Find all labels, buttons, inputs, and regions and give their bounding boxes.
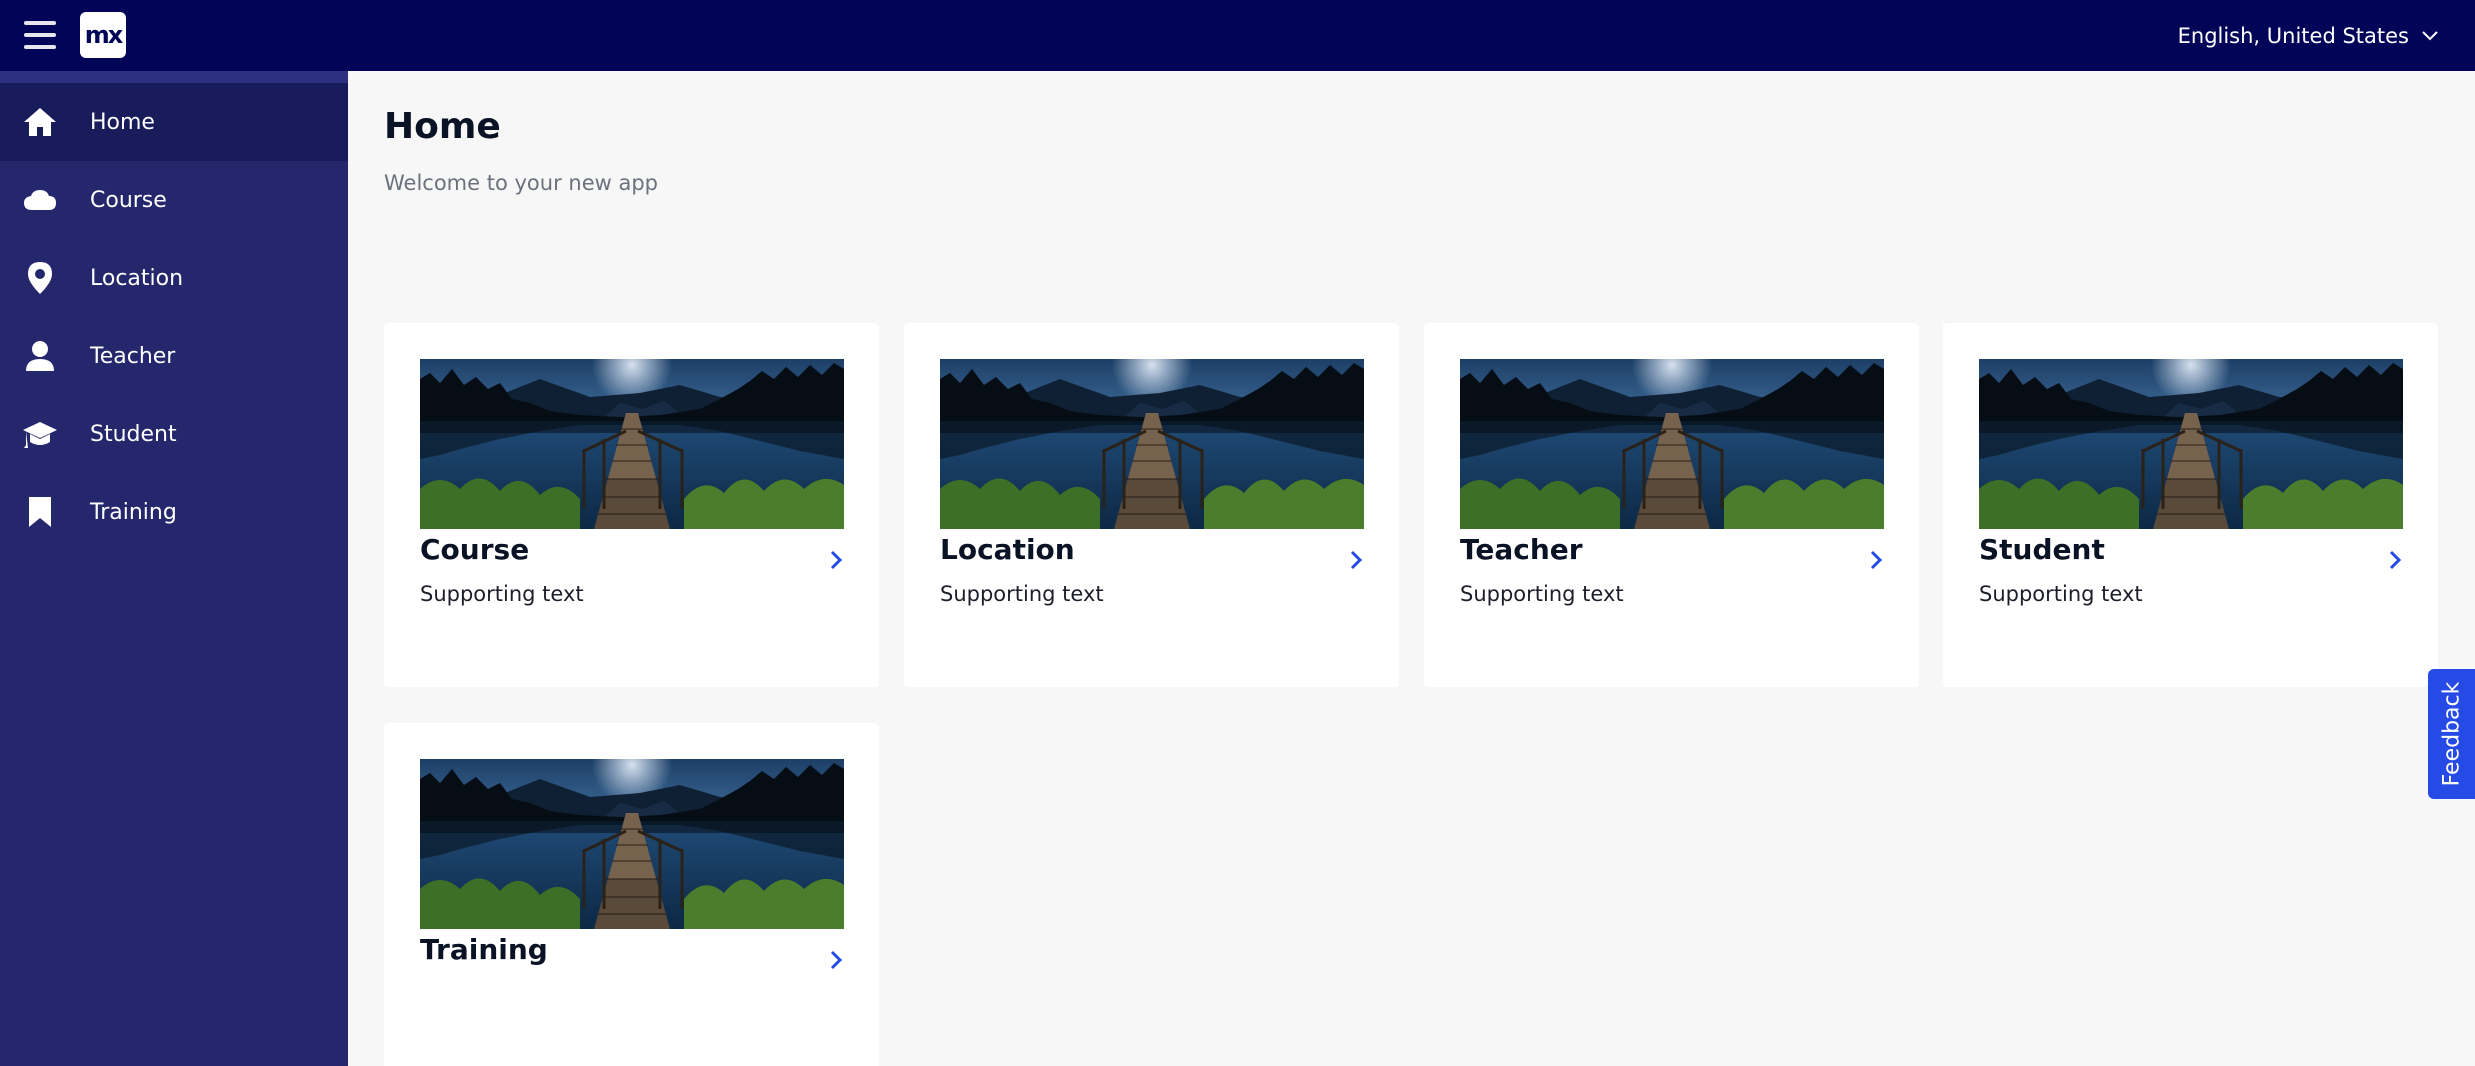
- cloud-icon: [22, 182, 58, 218]
- sidebar-item-student[interactable]: Student: [0, 395, 348, 473]
- sidebar-item-label: Course: [90, 187, 167, 213]
- main-content: Home Welcome to your new app Course Supp…: [348, 71, 2475, 1066]
- sidebar-item-training[interactable]: Training: [0, 473, 348, 551]
- sidebar-item-home[interactable]: Home: [0, 83, 348, 161]
- card-title: Student: [1979, 533, 2105, 566]
- chevron-right-icon[interactable]: [824, 548, 848, 572]
- user-icon: [22, 338, 58, 374]
- feedback-label: Feedback: [2439, 681, 2464, 787]
- card-supporting-text: Supporting text: [1979, 582, 2143, 606]
- card-teacher[interactable]: Teacher Supporting text: [1424, 323, 1919, 687]
- card-image: [940, 359, 1364, 529]
- chevron-right-icon[interactable]: [2383, 548, 2407, 572]
- card-title: Teacher: [1460, 533, 1583, 566]
- hamburger-menu-icon[interactable]: [24, 21, 56, 49]
- chevron-right-icon[interactable]: [1864, 548, 1888, 572]
- language-label: English, United States: [2177, 23, 2409, 48]
- sidebar-item-label: Teacher: [90, 343, 176, 369]
- sidebar-top-strip: [0, 71, 348, 83]
- sidebar-item-course[interactable]: Course: [0, 161, 348, 239]
- sidebar: Home Course Location Teacher Student Tra…: [0, 71, 348, 1066]
- card-title: Location: [940, 533, 1075, 566]
- sidebar-item-location[interactable]: Location: [0, 239, 348, 317]
- app-logo[interactable]: mx: [80, 12, 126, 58]
- card-supporting-text: Supporting text: [1460, 582, 1624, 606]
- card-title: Course: [420, 533, 530, 566]
- graduation-cap-icon: [22, 416, 58, 452]
- chevron-right-icon[interactable]: [824, 948, 848, 972]
- sidebar-item-label: Training: [90, 499, 177, 525]
- sidebar-item-teacher[interactable]: Teacher: [0, 317, 348, 395]
- language-selector[interactable]: English, United States: [2178, 0, 2439, 71]
- card-image: [420, 359, 844, 529]
- card-student[interactable]: Student Supporting text: [1943, 323, 2438, 687]
- card-title: Training: [420, 933, 548, 966]
- home-icon: [22, 104, 58, 140]
- top-bar: mx English, United States: [0, 0, 2475, 71]
- map-pin-icon: [22, 260, 58, 296]
- card-image: [1979, 359, 2403, 529]
- feedback-button[interactable]: Feedback: [2428, 669, 2475, 799]
- page-title: Home: [384, 106, 501, 147]
- card-image: [420, 759, 844, 929]
- bookmark-icon: [22, 494, 58, 530]
- page-subtitle: Welcome to your new app: [384, 171, 658, 195]
- sidebar-item-label: Student: [90, 421, 177, 447]
- chevron-down-icon: [2422, 30, 2438, 40]
- card-supporting-text: Supporting text: [420, 582, 584, 606]
- sidebar-item-label: Location: [90, 265, 184, 291]
- chevron-right-icon[interactable]: [1344, 548, 1368, 572]
- card-supporting-text: Supporting text: [940, 582, 1104, 606]
- card-training[interactable]: Training: [384, 723, 879, 1066]
- card-location[interactable]: Location Supporting text: [904, 323, 1399, 687]
- card-course[interactable]: Course Supporting text: [384, 323, 879, 687]
- card-image: [1460, 359, 1884, 529]
- sidebar-item-label: Home: [90, 109, 155, 135]
